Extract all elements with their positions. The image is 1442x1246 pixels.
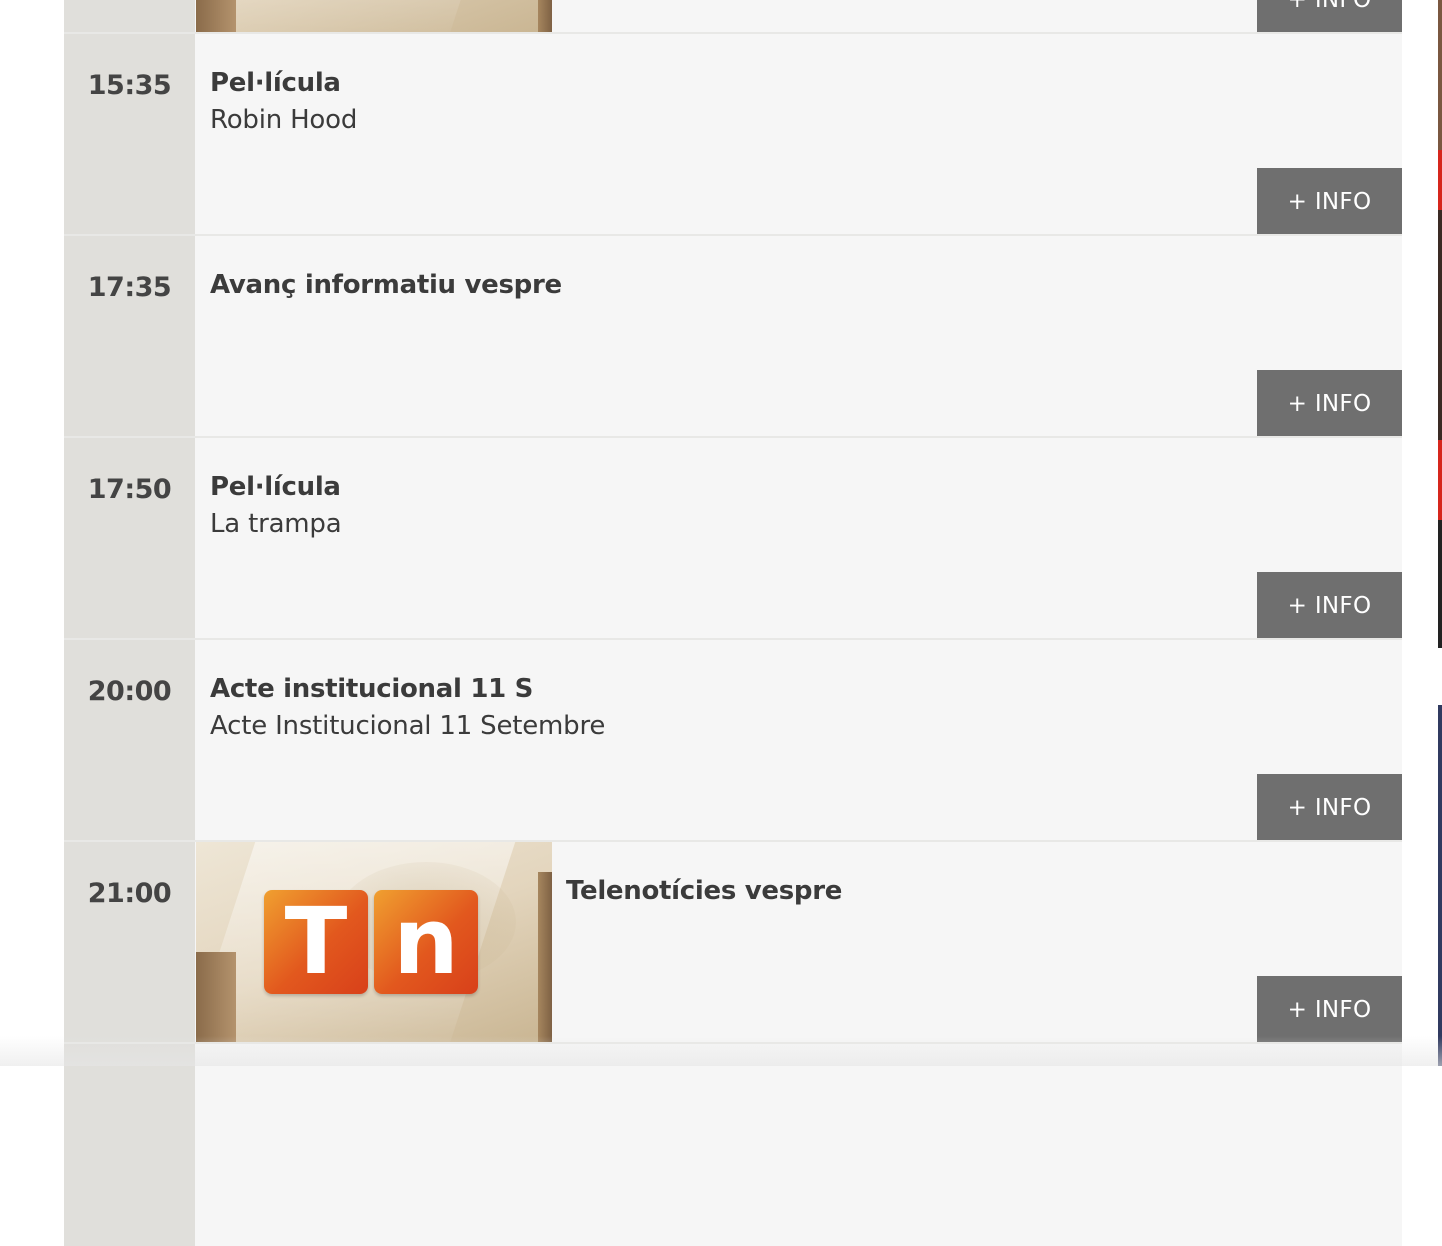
schedule-row: + INFO <box>64 0 1402 34</box>
info-button[interactable]: + INFO <box>1257 168 1402 236</box>
program-title: Telenotícies vespre <box>566 876 843 906</box>
program-title: Pel·lícula <box>210 472 341 502</box>
program-content: Avanç informatiu vespre + INFO <box>196 236 1402 438</box>
time-cell <box>64 0 195 34</box>
adjacent-content-edge <box>1438 0 1442 1066</box>
program-subtitle: Acte Institucional 11 Setembre <box>210 711 606 741</box>
program-content <box>196 1044 1402 1246</box>
info-button[interactable]: + INFO <box>1257 572 1402 640</box>
program-title: Avanç informatiu vespre <box>210 270 562 300</box>
logo-letter-t: T <box>264 890 368 994</box>
time-cell: 21:00 <box>64 842 195 1044</box>
logo-letter-n: n <box>374 890 478 994</box>
program-subtitle: La trampa <box>210 509 342 539</box>
time-cell: 17:50 <box>64 438 195 640</box>
info-button[interactable]: + INFO <box>1257 0 1402 34</box>
time-cell: 17:35 <box>64 236 195 438</box>
schedule-row <box>64 1044 1402 1246</box>
program-content: Pel·lícula Robin Hood + INFO <box>196 34 1402 236</box>
time-cell: 15:35 <box>64 34 195 236</box>
info-button[interactable]: + INFO <box>1257 976 1402 1044</box>
schedule-row: 21:00 T n Telenotícies vespre + INFO <box>64 842 1402 1044</box>
schedule-row: 17:35 Avanç informatiu vespre + INFO <box>64 236 1402 438</box>
info-button[interactable]: + INFO <box>1257 774 1402 842</box>
program-title: Pel·lícula <box>210 68 341 98</box>
schedule-row: 20:00 Acte institucional 11 S Acte Insti… <box>64 640 1402 842</box>
schedule-row: 15:35 Pel·lícula Robin Hood + INFO <box>64 34 1402 236</box>
program-content: Acte institucional 11 S Acte Institucion… <box>196 640 1402 842</box>
program-content: Pel·lícula La trampa + INFO <box>196 438 1402 640</box>
time-cell: 20:00 <box>64 640 195 842</box>
info-button[interactable]: + INFO <box>1257 370 1402 438</box>
program-subtitle: Robin Hood <box>210 105 358 135</box>
program-thumbnail[interactable]: T n <box>196 842 552 1042</box>
program-thumbnail[interactable] <box>196 0 552 32</box>
schedule-row: 17:50 Pel·lícula La trampa + INFO <box>64 438 1402 640</box>
program-content: T n Telenotícies vespre + INFO <box>196 842 1402 1044</box>
tv-schedule: + INFO 15:35 Pel·lícula Robin Hood + INF… <box>64 0 1402 1246</box>
time-cell <box>64 1044 195 1246</box>
program-title: Acte institucional 11 S <box>210 674 534 704</box>
tn-logo: T n <box>264 890 478 994</box>
program-content: + INFO <box>196 0 1402 34</box>
